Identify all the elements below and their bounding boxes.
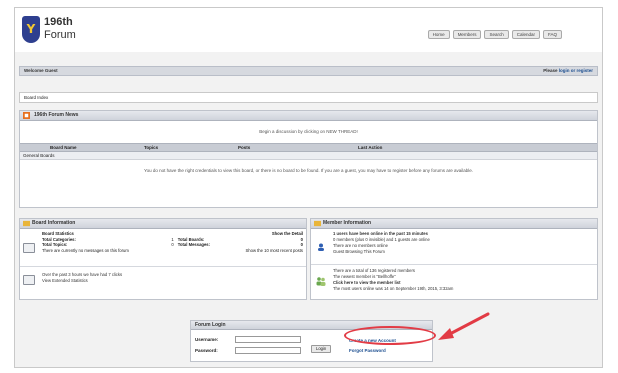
board-information-header: Board Information [20, 219, 306, 229]
col-posts: Posts [238, 145, 251, 150]
info-folder-icon [23, 220, 30, 227]
stat-value: 0 [171, 242, 174, 247]
member-information-title: Member Information [323, 220, 372, 226]
member-information-panel: Member Information 1 users have been onl… [310, 218, 598, 300]
board-columns-header: Board Name Topics Posts Last Action [20, 143, 597, 152]
clicks-graph-icon [23, 275, 35, 285]
stat-label: Total Messages: [177, 242, 211, 247]
extended-stats-link[interactable]: View Extended Statistics [42, 278, 122, 284]
y-emblem-icon: Y [26, 22, 36, 36]
highlight-ellipse [344, 326, 436, 345]
col-last-action: Last Action [358, 145, 383, 150]
member-totals-text: There are a total of 136 registered memb… [333, 268, 453, 292]
category-general-boards[interactable]: General Boards [20, 152, 597, 160]
nav-faq-button[interactable]: FAQ [542, 30, 562, 39]
stats-chart-icon [23, 243, 35, 253]
news-message: Begin a discussion by clicking on NEW TH… [259, 129, 358, 134]
nav-search-button[interactable]: Search [484, 30, 509, 39]
col-board-name: Board Name [50, 145, 77, 150]
nav-calendar-button[interactable]: Calendar [511, 30, 540, 39]
forum-title-line1: 196th [44, 16, 73, 28]
welcome-bar: Welcome Guest Please login or register [19, 66, 598, 76]
nav-home-button[interactable]: Home [427, 30, 450, 39]
members-group-icon [316, 277, 326, 286]
welcome-text: Welcome Guest [24, 68, 58, 73]
nav-members-button[interactable]: Members [452, 30, 482, 39]
no-messages-note: There are currently no messages on this … [42, 247, 129, 253]
col-topics: Topics [144, 145, 159, 150]
forum-news-section: 196th Forum News Begin a discussion by c… [19, 110, 598, 208]
board-stats-table: Board Statistics Show the Detail Total Ca… [42, 231, 303, 253]
login-prompt-prefix: Please [543, 68, 558, 73]
forum-header: Y 196th Forum Home Members Search Calend… [15, 8, 602, 52]
member-information-header: Member Information [311, 219, 597, 229]
password-input[interactable] [235, 347, 301, 354]
forum-news-header: 196th Forum News [20, 111, 597, 121]
red-arrow-icon [438, 312, 490, 340]
online-user-icon [318, 243, 324, 251]
recent-posts-link[interactable]: Show the 10 most recent posts [246, 248, 304, 254]
board-information-title: Board Information [32, 220, 76, 226]
password-label: Password: [195, 348, 218, 353]
news-flag-icon [23, 112, 30, 119]
forgot-password-link[interactable]: Forgot Password [349, 348, 386, 354]
division-shield-logo[interactable]: Y [22, 16, 40, 43]
member-folder-icon [314, 220, 321, 227]
forum-title-line2: Forum [44, 29, 76, 41]
member-totals-row: There are a total of 136 registered memb… [311, 265, 597, 299]
online-users-row: 1 users have been online in the past 15 … [311, 229, 597, 265]
visits-text: Over the past 3 hours we have had 7 clic… [42, 272, 122, 284]
most-online-line: The most users online was 14 on Septembe… [333, 286, 454, 291]
breadcrumb[interactable]: Board Index [19, 92, 598, 103]
login-prompt: Please login or register [543, 67, 593, 75]
login-register-link[interactable]: login or register [559, 68, 593, 73]
forum-title: 196th Forum [44, 16, 76, 42]
visits-row: Over the past 3 hours we have had 7 clic… [20, 267, 306, 297]
guest-browsing-line: Guest Browsing This Forum [333, 249, 385, 254]
top-nav: Home Members Search Calendar FAQ [427, 30, 562, 39]
board-stats-row: Board Statistics Show the Detail Total Ca… [20, 229, 306, 267]
board-information-panel: Board Information Board Statistics Show t… [19, 218, 307, 300]
forum-page: Y 196th Forum Home Members Search Calend… [14, 7, 603, 368]
username-label: Username: [195, 337, 219, 342]
username-input[interactable] [235, 336, 301, 343]
login-button[interactable]: Login [311, 345, 332, 353]
online-users-text: 1 users have been online in the past 15 … [333, 231, 430, 255]
no-boards-notice: You do not have the right credentials to… [143, 168, 474, 173]
forum-news-title: 196th Forum News [34, 112, 79, 118]
